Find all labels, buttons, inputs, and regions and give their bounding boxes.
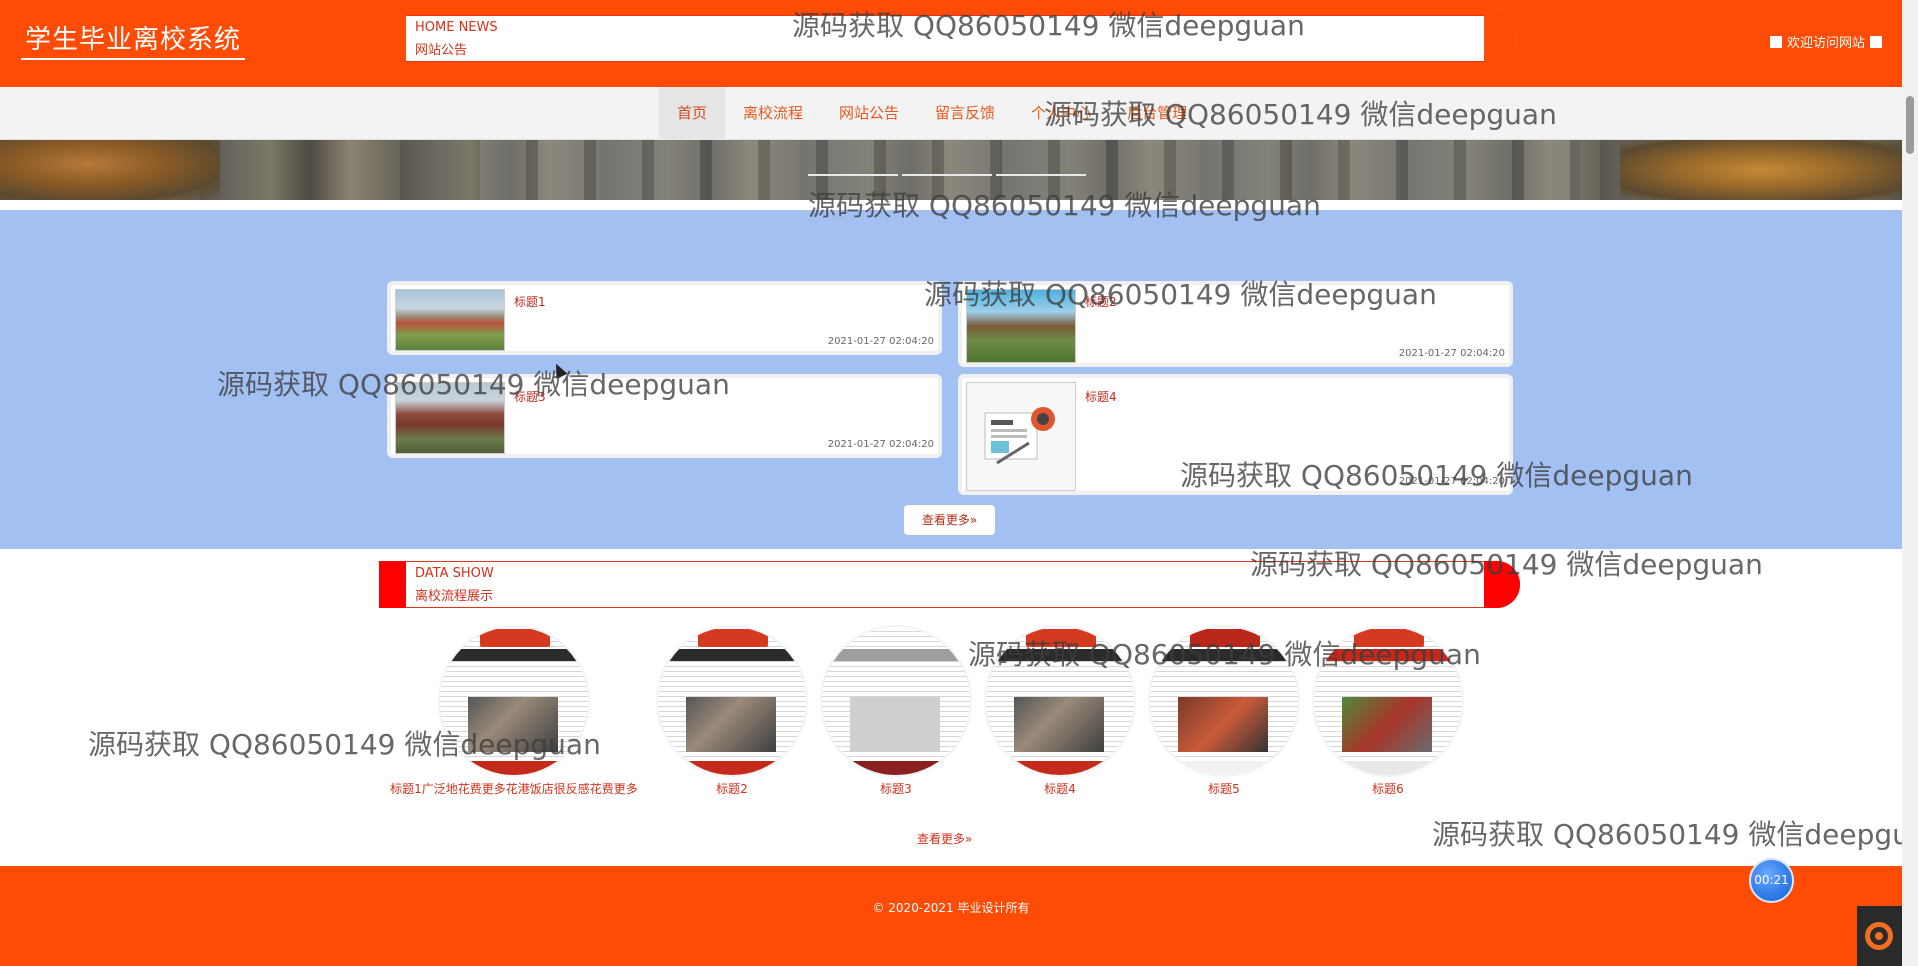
square-icon <box>1769 35 1782 48</box>
section-title-zh: 离校流程展示 <box>415 589 494 604</box>
site-title[interactable]: 学生毕业离校系统 <box>21 22 246 60</box>
news-date: 2021-01-27 02:04:20 <box>1398 348 1505 359</box>
news-thumbnail-image <box>966 382 1076 491</box>
newspaper-image <box>820 625 972 777</box>
news-title[interactable]: 标题2 <box>1085 293 1117 310</box>
newspaper-image <box>1148 625 1300 777</box>
news-section <box>0 210 1902 549</box>
news-thumbnail-image <box>966 289 1076 363</box>
news-title[interactable]: 标题1 <box>514 293 546 310</box>
news-card[interactable]: 标题2 2021-01-27 02:04:20 <box>958 281 1513 367</box>
news-section-header: HOME NEWS 网站公告 <box>379 15 1520 62</box>
copyright-text: © 2020-2021 毕业设计所有 <box>872 901 1030 915</box>
data-more-link[interactable]: 查看更多» <box>917 830 972 847</box>
watermark-text: 源码获取 QQ86050149 微信deepguan <box>1432 818 1902 851</box>
gear-icon <box>1865 922 1893 950</box>
nav-item-feedback[interactable]: 留言反馈 <box>917 87 1013 140</box>
section-title-en: HOME NEWS <box>415 20 498 35</box>
data-show-title[interactable]: 标题2 <box>654 780 810 797</box>
data-show-item[interactable]: 标题2 <box>654 625 810 797</box>
news-thumbnail-image <box>395 382 505 454</box>
nav-item-leaving-process[interactable]: 离校流程 <box>725 87 821 140</box>
newspaper-image <box>1312 625 1464 777</box>
timer-badge[interactable]: 00:21 <box>1749 858 1794 903</box>
data-show-title[interactable]: 标题6 <box>1310 780 1466 797</box>
nav-item-personal-center[interactable]: 个人中心 <box>1013 87 1109 140</box>
carousel-dot[interactable] <box>808 174 898 176</box>
section-title-zh: 网站公告 <box>415 43 468 58</box>
carousel-dot[interactable] <box>996 174 1086 176</box>
data-show-title[interactable]: 标题1广泛地花费更多花港饭店很反感花费更多 <box>382 780 646 797</box>
newspaper-image <box>984 625 1136 777</box>
data-show-item[interactable]: 标题4 <box>982 625 1138 797</box>
newspaper-icon <box>984 407 1055 465</box>
nav-item-home[interactable]: 首页 <box>659 87 726 140</box>
data-show-title[interactable]: 标题4 <box>982 780 1138 797</box>
data-section-header: DATA SHOW 离校流程展示 <box>379 561 1520 608</box>
news-card[interactable]: 标题3 2021-01-27 02:04:20 <box>387 374 942 458</box>
main-nav: 首页 离校流程 网站公告 留言反馈 个人中心 后台管理 <box>0 87 1902 140</box>
nav-item-announcements[interactable]: 网站公告 <box>821 87 917 140</box>
data-show-item[interactable]: 标题3 <box>818 625 974 797</box>
data-show-item[interactable]: 标题5 <box>1146 625 1302 797</box>
news-thumbnail-image <box>395 289 505 351</box>
data-show-item[interactable]: 标题6 <box>1310 625 1466 797</box>
square-icon <box>1870 35 1882 48</box>
newspaper-image <box>438 625 590 777</box>
hero-banner-image <box>0 140 1902 200</box>
news-card[interactable]: 标题4 2021-01-27 02:04:20 <box>958 374 1513 495</box>
nav-item-admin[interactable]: 后台管理 <box>1109 87 1205 140</box>
newspaper-image <box>656 625 808 777</box>
news-date: 2021-01-27 02:04:20 <box>827 439 934 450</box>
data-show-item[interactable]: 标题1广泛地花费更多花港饭店很反感花费更多 <box>382 625 646 797</box>
welcome-text: 欢迎访问网站 <box>1786 36 1865 51</box>
news-title[interactable]: 标题3 <box>514 388 546 405</box>
news-more-button[interactable]: 查看更多» <box>904 505 995 535</box>
section-title-en: DATA SHOW <box>415 566 494 581</box>
site-footer: © 2020-2021 毕业设计所有 <box>0 866 1902 966</box>
carousel-indicators[interactable] <box>808 174 1086 176</box>
data-show-title[interactable]: 标题3 <box>818 780 974 797</box>
news-title[interactable]: 标题4 <box>1085 388 1117 405</box>
settings-button[interactable] <box>1857 906 1902 966</box>
news-card[interactable]: 标题1 2021-01-27 02:04:20 <box>387 281 942 355</box>
welcome-banner: 欢迎访问网站 <box>1769 32 1882 51</box>
news-date: 2021-01-27 02:04:20 <box>1398 476 1505 487</box>
carousel-dot[interactable] <box>902 174 992 176</box>
news-date: 2021-01-27 02:04:20 <box>827 336 934 347</box>
page-scrollbar[interactable] <box>1902 0 1918 966</box>
scrollbar-thumb[interactable] <box>1906 96 1914 154</box>
data-show-title[interactable]: 标题5 <box>1146 780 1302 797</box>
